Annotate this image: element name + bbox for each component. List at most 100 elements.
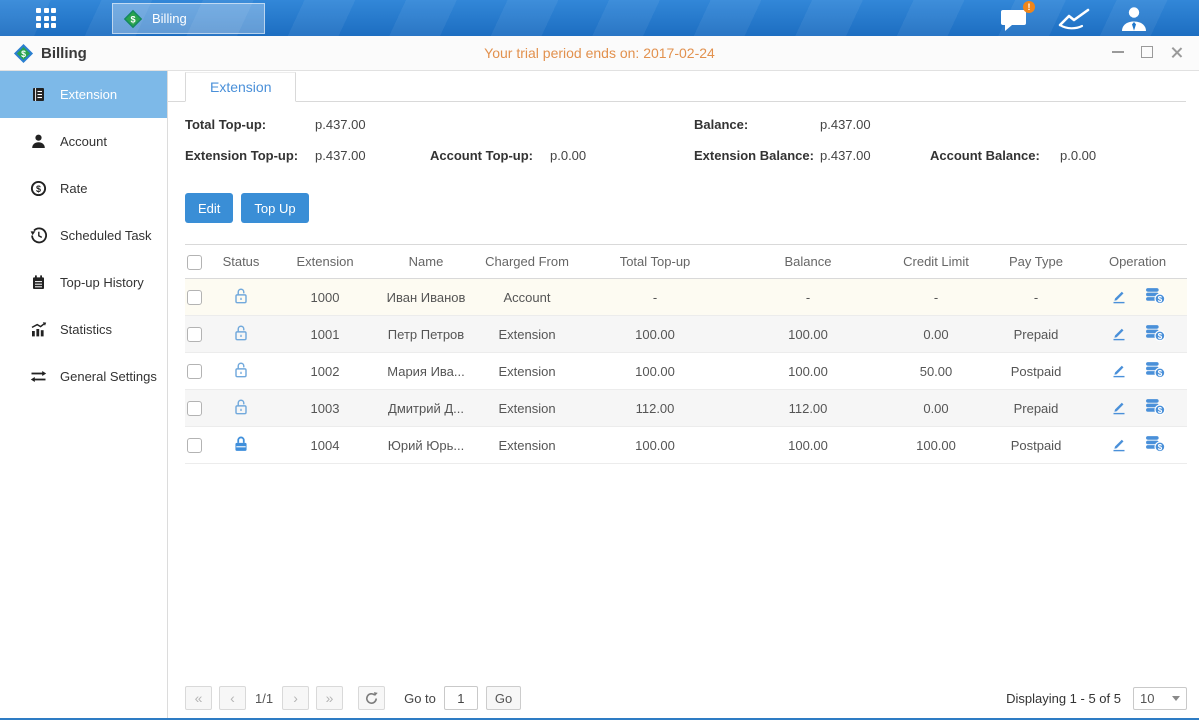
svg-text:$: $	[36, 184, 41, 194]
bar-chart-icon	[30, 321, 47, 338]
chevron-down-icon	[1172, 696, 1180, 701]
sidebar-item-topup-history[interactable]: Top-up History	[0, 259, 167, 306]
extension-topup-label: Extension Top-up:	[185, 148, 298, 163]
edit-icon[interactable]	[1110, 361, 1128, 379]
cell-total-topup: 100.00	[582, 353, 728, 390]
status-lock-icon[interactable]	[231, 360, 251, 380]
col-status[interactable]: Status	[212, 245, 270, 279]
status-lock-icon[interactable]	[231, 286, 251, 306]
status-lock-icon[interactable]	[231, 323, 251, 343]
user-account-icon[interactable]	[1119, 5, 1149, 33]
apps-grid-icon[interactable]	[36, 8, 56, 28]
sidebar-item-account[interactable]: Account	[0, 118, 167, 165]
status-lock-icon[interactable]	[231, 434, 251, 454]
pagination-bar: « ‹ 1/1 › » Go to Go Displaying 1 - 5 of…	[185, 685, 1187, 711]
sidebar-item-label: Extension	[60, 87, 117, 102]
messages-icon[interactable]: !	[1000, 6, 1029, 32]
history-clock-icon	[30, 227, 47, 244]
page-indicator: 1/1	[255, 691, 273, 706]
sidebar-item-label: Scheduled Task	[60, 228, 152, 243]
cell-balance: -	[728, 279, 888, 316]
billing-app-window: Billing !	[0, 0, 1199, 720]
cell-pay-type: Postpaid	[984, 427, 1088, 464]
main-content: Extension Total Top-up: p.437.00 Balance…	[168, 71, 1199, 720]
col-pay-type[interactable]: Pay Type	[984, 245, 1088, 279]
row-checkbox[interactable]	[187, 438, 202, 453]
cell-total-topup: -	[582, 279, 728, 316]
col-name[interactable]: Name	[380, 245, 472, 279]
topup-coins-icon[interactable]	[1145, 323, 1166, 342]
status-lock-icon[interactable]	[231, 397, 251, 417]
first-page-button[interactable]: «	[185, 686, 212, 710]
col-credit-limit[interactable]: Credit Limit	[888, 245, 984, 279]
topup-coins-icon[interactable]	[1145, 286, 1166, 305]
select-all-checkbox[interactable]	[187, 255, 202, 270]
edit-icon[interactable]	[1110, 287, 1128, 305]
account-balance-value: p.0.00	[1060, 148, 1096, 163]
topup-coins-icon[interactable]	[1145, 397, 1166, 416]
sidebar-item-extension[interactable]: Extension	[0, 71, 167, 118]
billing-app-tab[interactable]: Billing	[112, 3, 265, 34]
total-topup-label: Total Top-up:	[185, 117, 266, 132]
cell-pay-type: -	[984, 279, 1088, 316]
table-row: 1004 Юрий Юрь... Extension 100.00 100.00…	[185, 427, 1187, 464]
sidebar: Extension Account $ Rate Scheduled Task	[0, 71, 168, 720]
edit-icon[interactable]	[1110, 398, 1128, 416]
balance-value: p.437.00	[820, 117, 871, 132]
col-total-topup[interactable]: Total Top-up	[582, 245, 728, 279]
person-icon	[30, 133, 47, 150]
cell-pay-type: Postpaid	[984, 353, 1088, 390]
cell-balance: 100.00	[728, 427, 888, 464]
sidebar-item-rate[interactable]: $ Rate	[0, 165, 167, 212]
extensions-table: Status Extension Name Charged From Total…	[185, 244, 1187, 464]
cell-extension: 1004	[270, 427, 380, 464]
close-button[interactable]	[1169, 45, 1183, 59]
sidebar-item-statistics[interactable]: Statistics	[0, 306, 167, 353]
lock-open-icon	[231, 360, 251, 380]
statistics-chart-icon[interactable]	[1057, 6, 1091, 32]
row-checkbox[interactable]	[187, 290, 202, 305]
cell-name: Дмитрий Д...	[380, 390, 472, 427]
col-balance[interactable]: Balance	[728, 245, 888, 279]
cell-credit-limit: 0.00	[888, 316, 984, 353]
goto-label: Go to	[404, 691, 436, 706]
minimize-button[interactable]	[1111, 45, 1125, 59]
cell-credit-limit: 0.00	[888, 390, 984, 427]
maximize-button[interactable]	[1140, 45, 1154, 59]
topup-coins-icon[interactable]	[1145, 360, 1166, 379]
edit-icon[interactable]	[1110, 435, 1128, 453]
tab-extension[interactable]: Extension	[185, 72, 296, 102]
row-checkbox[interactable]	[187, 327, 202, 342]
col-charged-from[interactable]: Charged From	[472, 245, 582, 279]
cell-extension: 1001	[270, 316, 380, 353]
page-size-select[interactable]: 10	[1133, 687, 1187, 710]
cell-total-topup: 112.00	[582, 390, 728, 427]
last-page-button[interactable]: »	[316, 686, 343, 710]
top-up-button[interactable]: Top Up	[241, 193, 308, 223]
swap-arrows-icon	[30, 368, 47, 385]
cell-charged-from: Extension	[472, 390, 582, 427]
row-checkbox[interactable]	[187, 401, 202, 416]
sidebar-item-general-settings[interactable]: General Settings	[0, 353, 167, 400]
trial-notice: Your trial period ends on: 2017-02-24	[0, 45, 1199, 61]
topup-coins-icon[interactable]	[1145, 434, 1166, 453]
next-page-button[interactable]: ›	[282, 686, 309, 710]
edit-button[interactable]: Edit	[185, 193, 233, 223]
col-extension[interactable]: Extension	[270, 245, 380, 279]
row-checkbox[interactable]	[187, 364, 202, 379]
go-button[interactable]: Go	[486, 686, 521, 710]
lock-open-icon	[231, 323, 251, 343]
edit-icon[interactable]	[1110, 324, 1128, 342]
cell-credit-limit: 50.00	[888, 353, 984, 390]
prev-page-button[interactable]: ‹	[219, 686, 246, 710]
refresh-button[interactable]	[358, 686, 385, 710]
lock-closed-icon	[231, 434, 251, 454]
sidebar-item-label: Account	[60, 134, 107, 149]
sidebar-item-scheduled-task[interactable]: Scheduled Task	[0, 212, 167, 259]
cell-charged-from: Account	[472, 279, 582, 316]
sidebar-item-label: General Settings	[60, 369, 157, 384]
app-tab-label: Billing	[152, 11, 187, 26]
table-row: 1002 Мария Ива... Extension 100.00 100.0…	[185, 353, 1187, 390]
goto-page-input[interactable]	[444, 686, 478, 710]
lock-open-icon	[231, 397, 251, 417]
